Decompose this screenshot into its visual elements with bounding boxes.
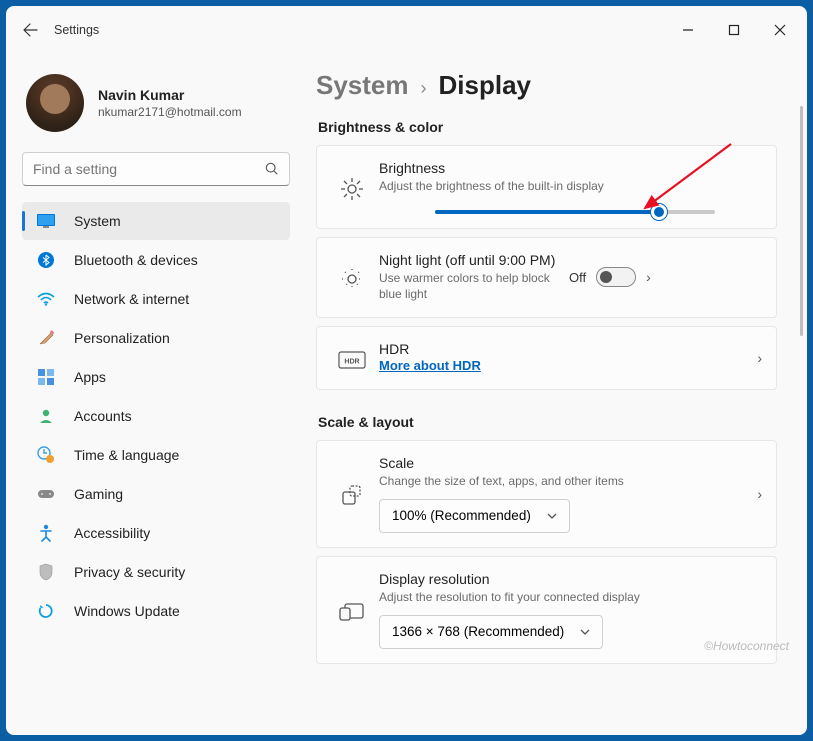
chevron-right-icon: › [646,269,651,285]
card-title: Display resolution [379,571,762,587]
chevron-right-icon: › [421,78,427,99]
minimize-button[interactable] [665,10,711,50]
hdr-icon: HDR [331,351,373,369]
apps-icon [36,367,56,387]
sidebar-item-label: System [74,213,121,229]
card-desc: Adjust the brightness of the built-in di… [379,178,762,194]
card-scale[interactable]: Scale Change the size of text, apps, and… [316,440,777,548]
breadcrumb-parent[interactable]: System [316,70,409,101]
main-content: System › Display Brightness & color Brig… [306,54,807,735]
close-icon [774,24,786,36]
search-input[interactable] [33,161,265,177]
sidebar-item-label: Gaming [74,486,123,502]
night-light-toggle[interactable] [596,267,636,287]
shield-icon [36,562,56,582]
sidebar-item-gaming[interactable]: Gaming [22,475,290,513]
profile-block[interactable]: Navin Kumar nkumar2171@hotmail.com [26,74,290,132]
wifi-icon [36,289,56,309]
sidebar-item-privacy[interactable]: Privacy & security [22,553,290,591]
chevron-down-icon [580,629,590,635]
sidebar-item-time-language[interactable]: Time & language [22,436,290,474]
section-scale-layout: Scale & layout [318,414,777,430]
avatar [26,74,84,132]
slider-thumb[interactable] [651,204,667,220]
brightness-slider[interactable] [435,210,715,214]
card-desc: Adjust the resolution to fit your connec… [379,589,762,605]
sidebar-item-label: Windows Update [74,603,180,619]
sidebar-item-bluetooth[interactable]: Bluetooth & devices [22,241,290,279]
profile-email: nkumar2171@hotmail.com [98,105,242,119]
sidebar-item-label: Network & internet [74,291,189,307]
svg-text:HDR: HDR [344,358,359,365]
select-value: 1366 × 768 (Recommended) [392,624,564,639]
card-title: HDR [379,341,747,357]
sidebar: Navin Kumar nkumar2171@hotmail.com Syste… [6,54,306,735]
watermark: ©Howtoconnect [704,639,789,653]
night-light-icon [331,266,373,292]
chevron-right-icon: › [757,350,762,366]
toggle-label: Off [569,270,586,285]
sidebar-item-label: Accounts [74,408,132,424]
chevron-right-icon: › [757,486,762,502]
sidebar-nav: System Bluetooth & devices Network & int… [22,202,290,630]
minimize-icon [682,24,694,36]
profile-name: Navin Kumar [98,87,242,103]
sidebar-item-personalization[interactable]: Personalization [22,319,290,357]
hdr-link[interactable]: More about HDR [379,358,481,373]
search-box[interactable] [22,152,290,186]
titlebar: Settings [6,6,807,54]
card-desc: Change the size of text, apps, and other… [379,473,747,489]
sidebar-item-label: Personalization [74,330,170,346]
breadcrumb-current: Display [439,70,532,101]
slider-fill [435,210,659,214]
system-icon [36,211,56,231]
card-hdr[interactable]: HDR HDR More about HDR › [316,326,777,390]
update-icon [36,601,56,621]
card-title: Night light (off until 9:00 PM) [379,252,559,268]
sidebar-item-label: Bluetooth & devices [74,252,198,268]
maximize-button[interactable] [711,10,757,50]
back-button[interactable] [10,10,50,50]
clock-globe-icon [36,445,56,465]
search-icon [265,162,279,176]
sidebar-item-apps[interactable]: Apps [22,358,290,396]
person-icon [36,406,56,426]
sidebar-item-accessibility[interactable]: Accessibility [22,514,290,552]
sidebar-item-label: Apps [74,369,106,385]
sidebar-item-windows-update[interactable]: Windows Update [22,592,290,630]
select-value: 100% (Recommended) [392,508,531,523]
arrow-left-icon [22,22,38,38]
sun-icon [331,176,373,202]
card-brightness: Brightness Adjust the brightness of the … [316,145,777,229]
bluetooth-icon [36,250,56,270]
maximize-icon [728,24,740,36]
scale-select[interactable]: 100% (Recommended) [379,499,570,533]
sidebar-item-network[interactable]: Network & internet [22,280,290,318]
accessibility-icon [36,523,56,543]
scale-icon [331,484,373,508]
card-desc: Use warmer colors to help block blue lig… [379,270,559,302]
gamepad-icon [36,484,56,504]
card-title: Brightness [379,160,762,176]
paintbrush-icon [36,328,56,348]
chevron-down-icon [547,513,557,519]
breadcrumb: System › Display [316,70,777,101]
window-title: Settings [54,23,99,37]
sidebar-item-label: Accessibility [74,525,150,541]
resolution-select[interactable]: 1366 × 768 (Recommended) [379,615,603,649]
sidebar-item-accounts[interactable]: Accounts [22,397,290,435]
resolution-icon [331,602,373,622]
section-brightness-color: Brightness & color [318,119,777,135]
sidebar-item-label: Privacy & security [74,564,185,580]
sidebar-item-system[interactable]: System [22,202,290,240]
toggle-knob [600,271,612,283]
close-button[interactable] [757,10,803,50]
card-night-light[interactable]: Night light (off until 9:00 PM) Use warm… [316,237,777,317]
card-title: Scale [379,455,747,471]
sidebar-item-label: Time & language [74,447,179,463]
